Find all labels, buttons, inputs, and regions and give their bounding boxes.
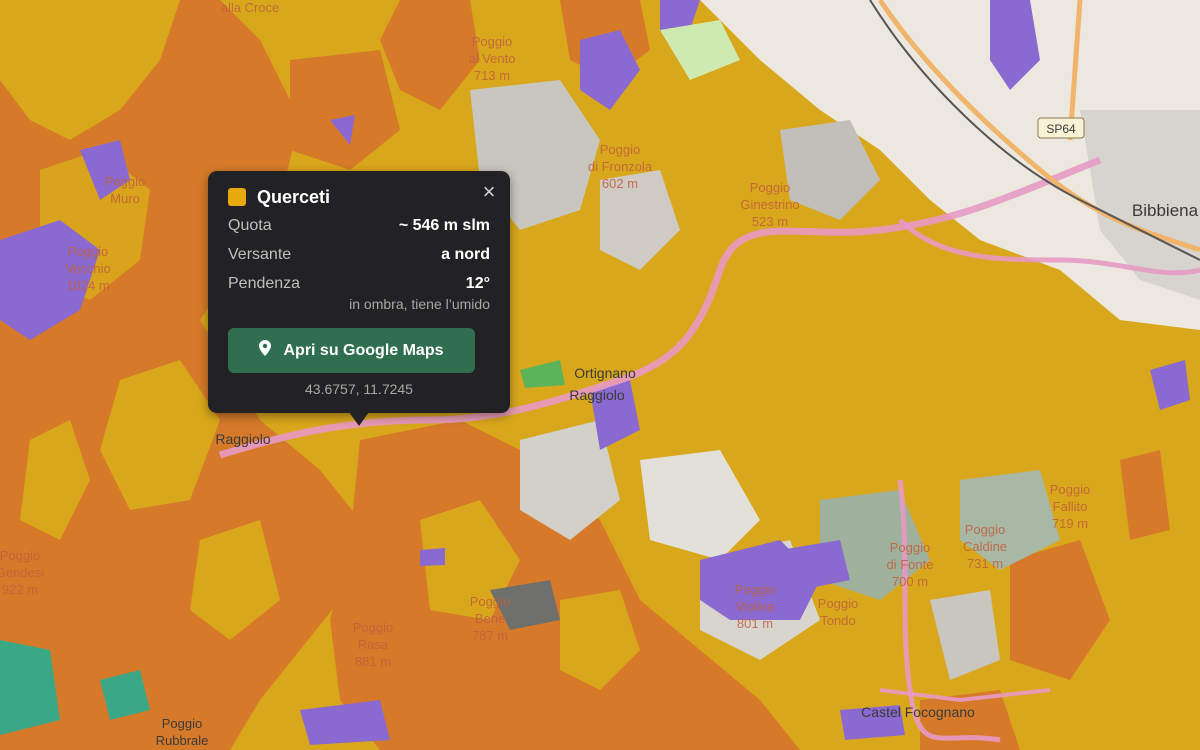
place-label-raggiolo: Raggiolo (569, 387, 624, 403)
place-label-fallito: Fallito (1053, 499, 1088, 514)
row-quota: Quota ~ 546 m slm (228, 217, 490, 238)
place-label-fallito: Poggio (1050, 482, 1090, 497)
place-label-castel-focognano: Castel Focognano (861, 704, 975, 720)
row-value: a nord (441, 246, 490, 263)
place-label-fronzola: Poggio (600, 142, 640, 157)
place-label-tondo: Poggio (818, 596, 858, 611)
place-label-gendesi: Gendesi (0, 565, 44, 580)
place-label-bibbiena: Bibbiena (1132, 201, 1199, 220)
slope-note: in ombra, tiene l’umido (349, 296, 490, 312)
row-versante: Versante a nord (228, 246, 490, 267)
button-label: Apri su Google Maps (283, 341, 444, 359)
row-value: ~ 546 m slm (398, 217, 490, 234)
place-label-poggio-vento: 713 m (474, 68, 510, 83)
popup-title: Querceti (257, 186, 331, 207)
place-label-vecchio: 1024 m (66, 278, 109, 293)
place-label-caldine: Caldine (963, 539, 1007, 554)
popup-pointer (349, 412, 369, 426)
place-label-rubbrale: Rubbrale (156, 733, 209, 748)
map-canvas[interactable]: SP64 alla Croce Poggio al Vento 713 m Po… (0, 0, 1200, 750)
place-label-bene: 787 m (472, 628, 508, 643)
place-label-raggiolo: Raggiolo (215, 431, 270, 447)
place-label-ginestrino: 523 m (752, 214, 788, 229)
place-label-fonte: Poggio (890, 540, 930, 555)
place-label-vecchio: Vecchio (65, 261, 111, 276)
place-label-caldine: Poggio (965, 522, 1005, 537)
row-label: Versante (228, 246, 292, 263)
place-label-violina: Violina (736, 599, 776, 614)
place-label-gendesi: Poggio (0, 548, 40, 563)
place-label-fallito: 719 m (1052, 516, 1088, 531)
place-label-vecchio: Poggio (68, 244, 108, 259)
road-shield-text: SP64 (1046, 122, 1076, 136)
row-label: Pendenza (228, 275, 301, 292)
place-label-poggio-vento: al Vento (469, 51, 516, 66)
legend-swatch (228, 188, 246, 206)
row-pendenza: Pendenza 12° (228, 275, 490, 296)
place-label-ginestrino: Poggio (750, 180, 790, 195)
place-label-poggio-vento: Poggio (472, 34, 512, 49)
place-label-alla-croce: alla Croce (221, 0, 280, 15)
popup-title-row: Querceti (228, 185, 490, 209)
place-label-rasa: 881 m (355, 654, 391, 669)
close-icon[interactable]: × (480, 181, 498, 203)
row-value: 12° (465, 275, 490, 292)
place-label-tondo: Tondo (820, 613, 855, 628)
place-label-violina: 801 m (737, 616, 773, 631)
place-label-rubbrale: Poggio (162, 716, 202, 731)
place-label-fonte: di Fonte (887, 557, 934, 572)
place-label-rasa: Poggio (353, 620, 393, 635)
place-label-bene: Bene (475, 611, 505, 626)
place-label-rasa: Rasa (358, 637, 389, 652)
place-label-caldine: 731 m (967, 556, 1003, 571)
coordinates: 43.6757, 11.7245 (305, 381, 413, 397)
open-google-maps-button[interactable]: Apri su Google Maps (228, 328, 475, 373)
place-label-ginestrino: Ginestrino (740, 197, 799, 212)
place-label-muro: Muro (110, 191, 140, 206)
place-label-violina: Poggio (735, 582, 775, 597)
place-label-gendesi: 922 m (2, 582, 38, 597)
row-label: Quota (228, 217, 272, 234)
place-label-fonte: 700 m (892, 574, 928, 589)
info-popup: × Querceti Quota ~ 546 m slm Versante a … (208, 171, 510, 413)
map-pin-icon (259, 340, 272, 361)
place-label-fronzola: di Fronzola (588, 159, 653, 174)
place-label-ortignano: Ortignano (574, 365, 636, 381)
place-label-bene: Poggio (470, 594, 510, 609)
place-label-muro: Poggio (105, 174, 145, 189)
place-label-fronzola: 602 m (602, 176, 638, 191)
